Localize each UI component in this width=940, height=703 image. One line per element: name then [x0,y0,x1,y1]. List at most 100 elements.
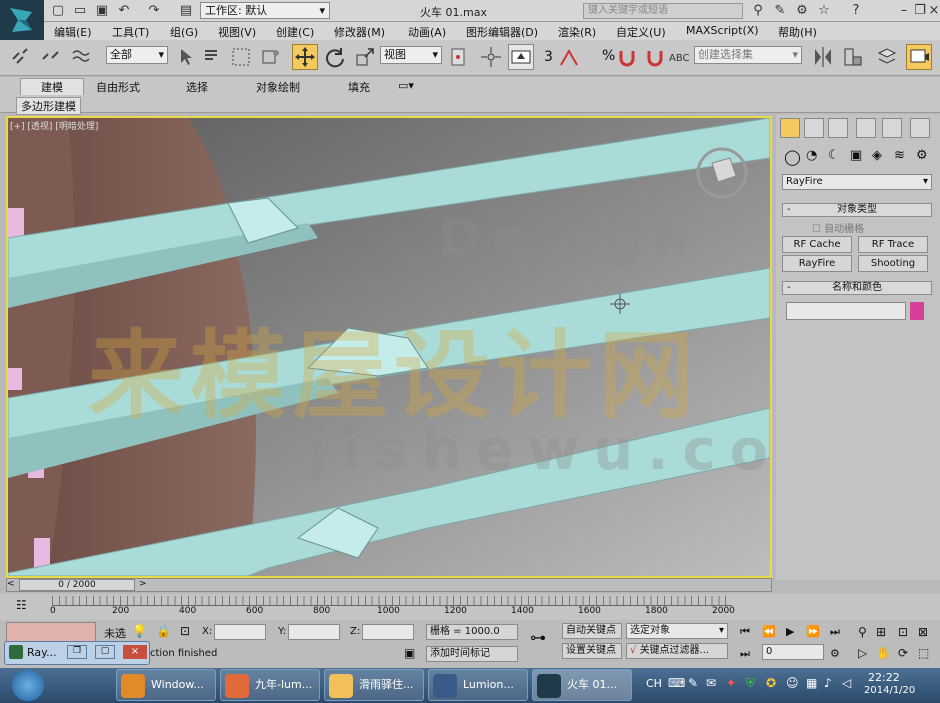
keyboard-shortcut-toggle-icon[interactable] [508,44,534,70]
category-dropdown[interactable]: RayFire ▾ [782,174,932,190]
taskbar-item-media[interactable]: 滑雨驿住... [324,669,424,701]
menu-view[interactable]: 视图(V) [218,24,256,40]
play-icon[interactable]: ▶ [786,625,794,638]
binoculars-icon[interactable]: ⚲ [750,3,766,19]
bind-spacewarp-icon[interactable] [68,44,94,70]
open-file-icon[interactable]: ▭ [72,3,88,19]
tab-object-paint[interactable]: 对象绘制 [256,79,300,95]
workspace-dropdown[interactable]: 工作区: 默认 ▾ [200,2,330,19]
key-mode-toggle-icon[interactable]: ⏭ [740,647,750,661]
rollout-name-color[interactable]: - 名称和颜色 [782,281,932,295]
select-move-icon[interactable] [292,44,318,70]
rollout-object-type[interactable]: - 对象类型 [782,203,932,217]
taskbar-item-3dsmax[interactable]: 火车 01... [532,669,632,701]
key-mode-dropdown[interactable]: 选定对象 ▾ [626,623,728,639]
clock-date[interactable]: 2014/1/20 [864,685,915,696]
reference-coord-dropdown[interactable]: 视图 ▾ [380,46,442,64]
rf-trace-button[interactable]: RF Trace [858,236,928,253]
y-coordinate-input[interactable] [288,624,340,640]
select-object-icon[interactable] [174,44,200,70]
menu-edit[interactable]: 编辑(E) [54,24,92,40]
tray-qq-icon[interactable]: ☺ [786,676,799,690]
selection-filter-dropdown[interactable]: 全部 ▾ [106,46,168,64]
menu-group[interactable]: 组(G) [170,24,198,40]
select-scale-icon[interactable] [352,44,378,70]
z-coordinate-input[interactable] [362,624,414,640]
project-folder-icon[interactable]: ▤ [178,3,194,19]
layer-manager-icon[interactable] [874,44,900,70]
auto-key-button[interactable]: 自动关键点 [562,623,622,639]
modify-tab-icon[interactable] [804,118,824,138]
viewport-label[interactable]: [+] [透视] [明暗处理] [10,119,98,132]
angle-snap-icon[interactable] [556,44,582,70]
prev-frame-icon[interactable]: < [7,579,15,589]
perspective-viewport[interactable]: Design 来模屋设计网 jishewu.com [6,116,772,578]
curve-editor-icon[interactable]: ☷ [16,598,27,612]
taskbar-item-explorer[interactable]: Window... [116,669,216,701]
float-restore-icon[interactable]: ❐ [67,645,87,659]
tray-shield-icon[interactable]: ⛨ [746,676,755,691]
float-maximize-icon[interactable]: ▢ [95,645,115,659]
zoom-extents-all-icon[interactable]: ⊠ [918,625,928,639]
cameras-icon[interactable]: ▣ [850,148,862,163]
zoom-extents-icon[interactable]: ⊡ [898,625,908,639]
time-config-icon[interactable]: ⚙ [830,647,840,660]
shapes-icon[interactable]: ◔ [806,148,817,163]
start-button[interactable] [12,670,44,701]
geometry-icon[interactable]: ◯ [784,148,801,166]
render-setup-icon[interactable] [906,44,932,70]
fov-icon[interactable]: ▷ [858,646,867,660]
tab-modeling[interactable]: 建模 [20,78,84,96]
time-slider[interactable]: < 0 / 2000 > [6,578,772,592]
menu-graph-editors[interactable]: 图形编辑器(D) [466,24,538,40]
rayfire-floating-window[interactable]: Ray... ❐ ▢ × [4,641,150,665]
poly-modeling-panel[interactable]: 多边形建模 [16,97,81,115]
mirror-icon[interactable] [810,44,836,70]
menu-animation[interactable]: 动画(A) [408,24,446,40]
next-key-icon[interactable]: ⏩ [806,625,820,638]
utilities-tab-icon[interactable] [910,118,930,138]
tray-volume-icon[interactable]: ◁ [842,676,851,690]
select-by-name-icon[interactable] [200,44,226,70]
tab-selection[interactable]: 选择 [186,79,208,95]
transform-mode-icon[interactable]: ⊡ [180,624,190,638]
key-icon[interactable]: ⊶ [530,628,546,647]
menu-help[interactable]: 帮助(H) [778,24,817,40]
menu-maxscript[interactable]: MAXScript(X) [686,24,759,37]
maximize-viewport-icon[interactable]: ⬚ [918,646,929,660]
menu-tools[interactable]: 工具(T) [112,24,149,40]
time-tag-icon[interactable]: ▣ [404,646,415,660]
new-file-icon[interactable]: ▢ [50,3,66,19]
percent-snap-magnet-icon[interactable] [614,44,640,70]
menu-modifiers[interactable]: 修改器(M) [334,24,385,40]
redo-icon[interactable]: ↷ [146,3,162,19]
orbit-icon[interactable]: ⟳ [898,646,908,660]
set-key-button[interactable]: 设置关键点 [562,643,622,659]
help-icon[interactable]: ? [848,3,864,19]
goto-end-icon[interactable]: ⏭ [830,625,840,639]
add-time-tag-button[interactable]: 添加时间标记 [426,646,518,662]
tray-app-icon[interactable]: ✉ [706,676,716,690]
x-coordinate-input[interactable] [214,624,266,640]
pivot-center-icon[interactable] [446,44,472,70]
display-tab-icon[interactable] [882,118,902,138]
edit-named-selection-icon[interactable]: ABC [664,44,690,70]
rf-cache-button[interactable]: RF Cache [782,236,852,253]
undo-icon[interactable]: ↶ [116,3,132,19]
systems-icon[interactable]: ⚙ [916,148,928,163]
rect-selection-icon[interactable] [228,44,254,70]
communication-icon[interactable]: ✎ [772,3,788,19]
helpers-icon[interactable]: ◈ [872,148,882,163]
tray-network-icon[interactable]: ▦ [806,676,817,690]
snap-toggle-icon[interactable]: 3 [544,49,553,65]
input-language[interactable]: CH [646,677,662,690]
rayfire-button[interactable]: RayFire [782,255,852,272]
track-bar[interactable]: ☷ 0 200 400 600 800 1000 1200 1400 1600 … [0,594,940,620]
search-input[interactable]: 键入关键字或短语 [583,3,743,19]
zoom-icon[interactable]: ⚲ [858,625,867,639]
autogrid-checkbox[interactable]: ☐ 自动栅格 [812,220,864,235]
maxscript-listener[interactable] [6,622,96,642]
close-icon[interactable]: × [926,3,940,19]
menu-customize[interactable]: 自定义(U) [616,24,666,40]
save-icon[interactable]: ▣ [94,3,110,19]
